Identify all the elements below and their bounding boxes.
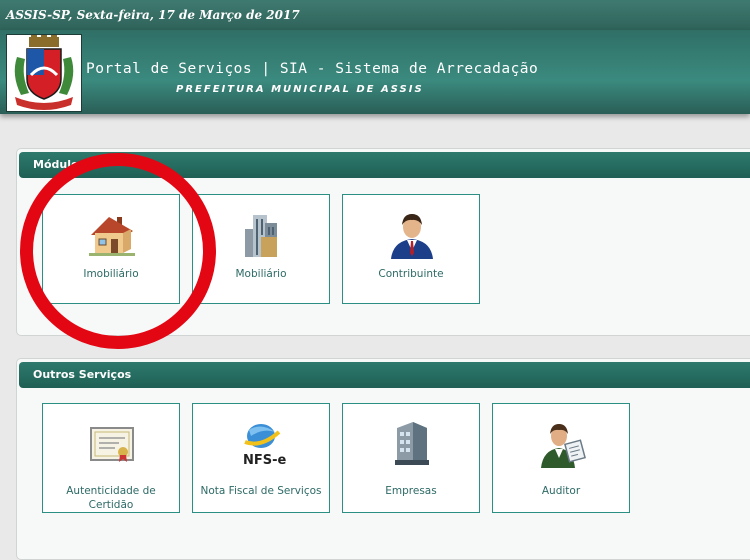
buildings-icon	[245, 215, 277, 257]
tile-autenticidade-certidao-label: Autenticidade de Certidão	[66, 485, 156, 511]
city-crest-icon[interactable]	[6, 34, 82, 112]
certificate-icon	[90, 427, 134, 462]
office-building-icon	[395, 422, 429, 465]
date-bar: ASSIS-SP, Sexta-feira, 17 de Março de 20…	[0, 0, 750, 30]
tile-mobiliario[interactable]: Mobiliário	[192, 194, 330, 304]
tile-auditor[interactable]: Auditor	[492, 403, 630, 513]
person-icon	[391, 214, 433, 259]
tile-nota-fiscal-servicos[interactable]: NFS-e Nota Fiscal de Serviços	[192, 403, 330, 513]
portal-title: Portal de Serviços | SIA - Sistema de Ar…	[86, 61, 539, 77]
house-icon	[89, 217, 135, 256]
tile-mobiliario-label: Mobiliário	[235, 268, 287, 280]
tile-contribuinte[interactable]: Contribuinte	[342, 194, 480, 304]
other-services-heading: Outros Serviços	[19, 362, 750, 388]
tile-nota-fiscal-servicos-label: Nota Fiscal de Serviços	[200, 485, 322, 497]
tile-autenticidade-certidao[interactable]: Autenticidade de Certidão	[42, 403, 180, 513]
portal-header: Portal de Serviços | SIA - Sistema de Ar…	[0, 30, 750, 114]
tile-auditor-label: Auditor	[541, 485, 581, 497]
auditor-icon	[541, 424, 586, 468]
tile-contribuinte-label: Contribuinte	[378, 268, 444, 280]
tile-imobiliario[interactable]: Imobiliário	[42, 194, 180, 304]
tile-empresas-label: Empresas	[385, 485, 437, 497]
tile-imobiliario-label: Imobiliário	[83, 268, 139, 280]
nfse-icon-text: NFS-e	[243, 453, 287, 468]
tile-empresas[interactable]: Empresas	[342, 403, 480, 513]
modules-heading: Módulos	[19, 152, 750, 178]
nfse-icon: NFS-e	[243, 424, 287, 468]
portal-subtitle: PREFEITURA MUNICIPAL DE ASSIS	[176, 84, 424, 95]
